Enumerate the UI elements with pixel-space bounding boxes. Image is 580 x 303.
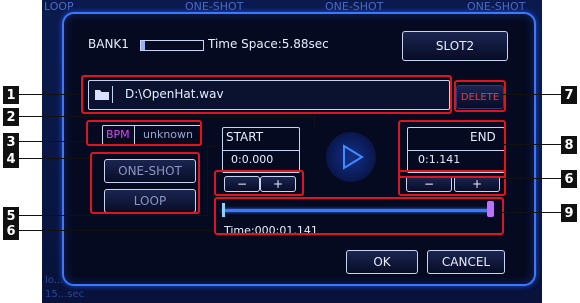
callout-8: 8 — [561, 136, 577, 154]
callout-7: 7 — [561, 86, 577, 104]
leader-4 — [19, 158, 90, 159]
bank-meter — [140, 40, 204, 51]
highlight-mode — [90, 152, 200, 214]
start-value[interactable]: 0:0.000 — [231, 153, 273, 166]
highlight-bpm — [86, 120, 202, 146]
callout-9: 9 — [561, 204, 577, 222]
callout-1: 1 — [3, 86, 19, 104]
callout-4: 4 — [3, 150, 19, 168]
bank-label: BANK1 — [88, 37, 129, 51]
start-label: START — [226, 130, 264, 144]
leader-5-tick — [207, 146, 215, 147]
leader-6-left-rise — [213, 190, 214, 231]
leader-8 — [502, 144, 561, 145]
leader-9 — [500, 212, 561, 213]
leader-6-left — [19, 230, 213, 231]
highlight-file-row — [81, 75, 452, 114]
cancel-button[interactable]: CANCEL — [427, 250, 505, 274]
slot-button[interactable]: SLOT2 — [402, 31, 508, 61]
leader-1 — [19, 94, 81, 95]
leader-5-rise — [207, 146, 208, 216]
start-panel: START 0:0.000 — [222, 127, 300, 173]
callout-6-left: 6 — [3, 222, 19, 240]
figure: LOOP ONE-SHOT ONE-SHOT ONE-SHOT lo... 15… — [0, 0, 580, 303]
highlight-range-slider — [214, 197, 504, 235]
bg-footer-1: lo... — [45, 275, 64, 286]
time-space-label: Time Space:5.88sec — [208, 37, 329, 51]
play-icon[interactable] — [326, 132, 376, 182]
callout-3: 3 — [3, 133, 19, 151]
highlight-delete — [454, 80, 506, 112]
highlight-end-stepper — [398, 170, 506, 196]
bg-footer-2: 15...sec — [45, 289, 85, 300]
leader-5 — [19, 215, 207, 216]
callout-6-right: 6 — [561, 170, 577, 188]
highlight-start-stepper — [214, 170, 304, 196]
leader-2 — [19, 116, 314, 117]
ok-button[interactable]: OK — [346, 250, 418, 274]
bg-tab-loop: LOOP — [44, 0, 74, 13]
leader-2-drop — [314, 116, 315, 128]
callout-2: 2 — [3, 108, 19, 126]
leader-6-right — [502, 178, 561, 179]
leader-7 — [502, 94, 561, 95]
leader-3 — [19, 141, 86, 142]
